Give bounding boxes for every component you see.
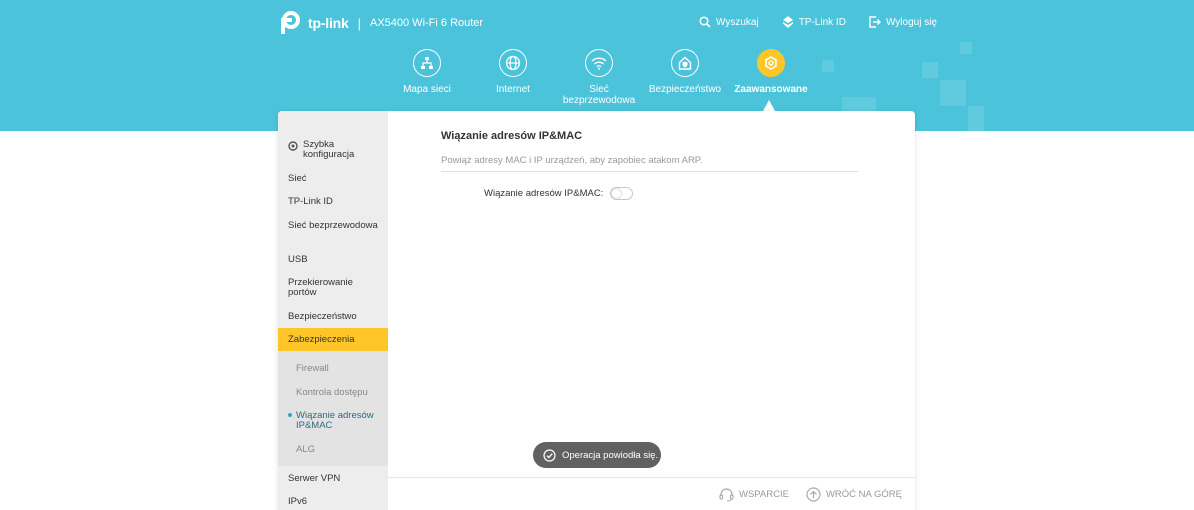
sidebar-item-label: Zabezpieczenia: [288, 334, 355, 345]
sidebar-item-label: TP-Link ID: [288, 196, 333, 207]
sidebar-item-quick-setup[interactable]: Szybka konfiguracja: [288, 140, 380, 160]
gear-icon: [757, 49, 785, 77]
nav-label: Mapa sieci: [403, 84, 451, 95]
tplink-logo[interactable]: tp-link | AX5400 Wi-Fi 6 Router: [278, 11, 483, 35]
toast-message: Operacja powiodła się.: [562, 449, 659, 461]
quick-setup-icon: [288, 141, 298, 151]
tplink-logo-icon: [278, 11, 302, 35]
decor-pixel: [940, 80, 966, 106]
toggle-knob: [612, 189, 622, 198]
sidebar-item-label: Sieć: [288, 173, 307, 184]
sidebar-item-tplink-id[interactable]: TP-Link ID: [288, 197, 380, 207]
sidebar-item-vpn-server[interactable]: Serwer VPN: [288, 474, 380, 484]
main-nav: Mapa sieci Internet Sieć bezprzewodowa B…: [384, 49, 814, 106]
support-link-label: WSPARCIE: [739, 489, 789, 500]
router-model: AX5400 Wi-Fi 6 Router: [369, 17, 484, 29]
sidebar-item-network[interactable]: Sieć: [288, 174, 380, 184]
globe-icon: [499, 49, 527, 77]
sidebar-item-label: IPv6: [288, 496, 308, 507]
sidebar: Szybka konfiguracja Sieć TP-Link ID Sieć…: [278, 111, 388, 510]
nav-label: Zaawansowane: [734, 84, 808, 95]
nav-active-caret: [763, 100, 775, 111]
nav-label: Bezpieczeństwo: [648, 84, 722, 95]
arrow-up-circle-icon: [806, 487, 821, 502]
page-subtitle: Powiąż adresy MAC i IP urządzeń, aby zap…: [441, 155, 858, 172]
sidebar-subitem-firewall[interactable]: Firewall: [296, 364, 384, 374]
sidebar-item-label: Sieć bezprzewodowa: [288, 220, 378, 231]
nav-wireless[interactable]: Sieć bezprzewodowa: [556, 49, 642, 106]
sidebar-subitem-label: Firewall: [296, 363, 329, 374]
sidebar-subitem-label: ALG: [296, 444, 316, 455]
logout-link[interactable]: Wyloguj się: [869, 16, 937, 28]
sidebar-item-security[interactable]: Bezpieczeństwo: [288, 312, 380, 322]
nav-label: Internet: [496, 84, 530, 95]
brand-separator: |: [357, 15, 361, 31]
wifi-icon: [585, 49, 613, 77]
sidebar-item-protection[interactable]: Zabezpieczenia: [288, 335, 380, 345]
sidebar-item-ipv6[interactable]: IPv6: [288, 497, 380, 507]
search-icon: [699, 16, 711, 28]
sidebar-subitem-label: Kontrola dostępu: [296, 387, 368, 398]
sidebar-subitem-access-control[interactable]: Kontrola dostępu: [296, 388, 384, 398]
support-link[interactable]: WSPARCIE: [719, 487, 789, 502]
current-item-dot: [288, 413, 292, 417]
tplink-id-icon: [782, 16, 793, 28]
home-shield-icon: [671, 49, 699, 77]
tplink-id-link-label: TP-Link ID: [798, 16, 846, 28]
network-map-icon: [413, 49, 441, 77]
nav-internet[interactable]: Internet: [470, 49, 556, 106]
nav-label: Sieć bezprzewodowa: [562, 84, 636, 106]
logout-link-label: Wyloguj się: [885, 16, 937, 28]
content-area: Wiązanie adresów IP&MAC Powiąż adresy MA…: [441, 130, 858, 172]
footer-links: WSPARCIE WRÓĆ NA GÓRĘ: [719, 487, 919, 502]
decor-pixel: [822, 60, 834, 72]
search-link[interactable]: Wyszukaj: [699, 16, 759, 28]
sidebar-item-label: Serwer VPN: [288, 473, 341, 484]
decor-pixel: [922, 62, 938, 78]
search-link-label: Wyszukaj: [716, 16, 759, 28]
sidebar-item-port-forwarding[interactable]: Przekierowanie portów: [288, 278, 380, 298]
page-title: Wiązanie adresów IP&MAC: [441, 130, 583, 142]
sidebar-subitem-label: Wiązanie adresów IP&MAC: [296, 410, 374, 431]
brand-name: tp-link: [308, 15, 349, 31]
back-to-top-link[interactable]: WRÓĆ NA GÓRĘ: [806, 487, 902, 502]
binding-toggle-switch[interactable]: [610, 187, 634, 200]
sidebar-item-label: Szybka konfiguracja: [303, 139, 355, 160]
sidebar-subitem-alg[interactable]: ALG: [296, 445, 384, 455]
sidebar-item-label: Przekierowanie portów: [288, 277, 353, 298]
decor-pixel: [968, 106, 984, 131]
decor-pixel: [960, 42, 972, 54]
back-to-top-label: WRÓĆ NA GÓRĘ: [825, 489, 902, 500]
logout-icon: [869, 16, 881, 28]
binding-toggle-label: Wiązanie adresów IP&MAC:: [484, 188, 604, 199]
sidebar-subitem-ip-mac-binding[interactable]: Wiązanie adresów IP&MAC: [296, 411, 384, 431]
tplink-id-link[interactable]: TP-Link ID: [782, 16, 846, 28]
check-circle-icon: [543, 448, 556, 462]
sidebar-item-usb[interactable]: USB: [288, 255, 380, 265]
sidebar-item-label: USB: [288, 254, 308, 265]
success-toast: Operacja powiodła się.: [533, 442, 661, 468]
sidebar-item-wireless[interactable]: Sieć bezprzewodowa: [288, 221, 380, 231]
nav-network-map[interactable]: Mapa sieci: [384, 49, 470, 106]
footer-divider: [388, 477, 915, 478]
headset-icon: [719, 487, 734, 502]
binding-toggle-row: Wiązanie adresów IP&MAC:: [484, 187, 634, 200]
nav-security[interactable]: Bezpieczeństwo: [642, 49, 728, 106]
sidebar-item-label: Bezpieczeństwo: [288, 311, 357, 322]
header-links: Wyszukaj TP-Link ID Wyloguj się: [699, 16, 960, 28]
nav-advanced[interactable]: Zaawansowane: [728, 49, 814, 106]
